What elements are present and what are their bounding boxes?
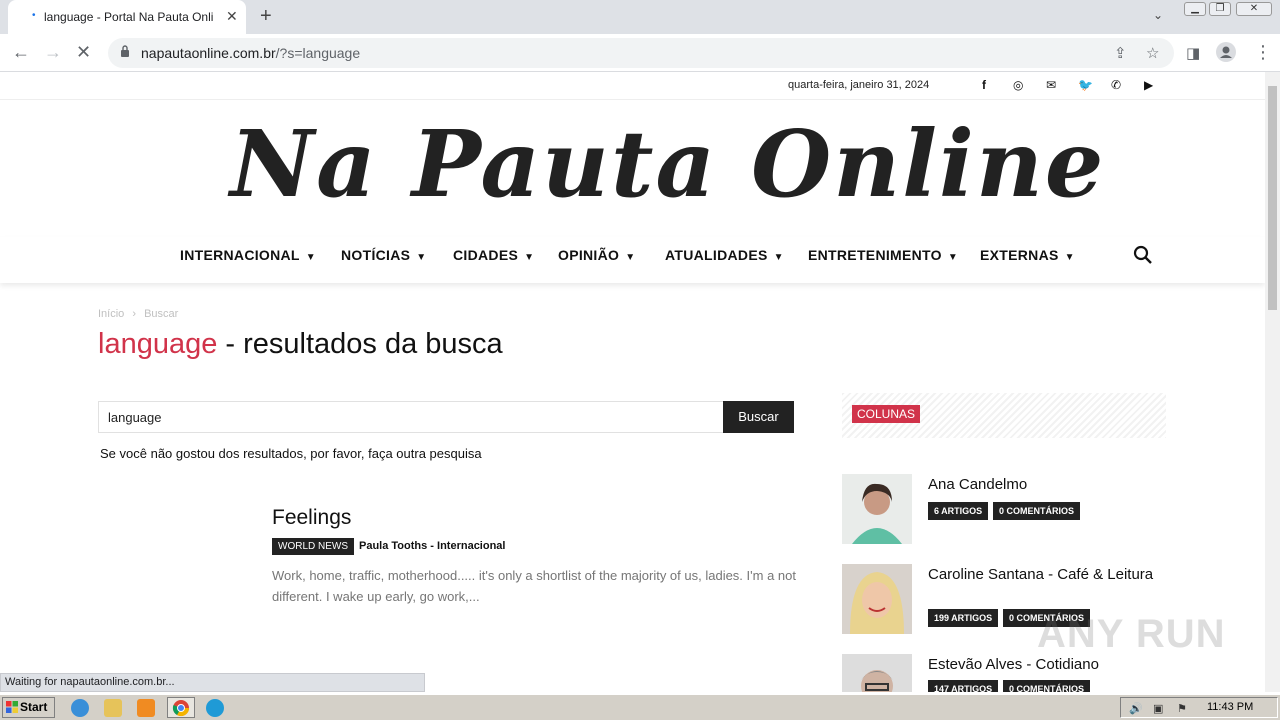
restore-button[interactable]: ❐ (1209, 2, 1231, 16)
search-hint: Se você não gostou dos resultados, por f… (100, 446, 482, 461)
nav-atualidades[interactable]: ATUALIDADES ▼ (665, 247, 784, 263)
edge-icon[interactable] (206, 699, 224, 717)
scrollbar-thumb[interactable] (1268, 86, 1277, 310)
author-name[interactable]: Caroline Santana - Café & Leitura (928, 566, 1158, 584)
web-page: quarta-feira, janeiro 31, 2024 f ◎ ✉ 🐦 ✆… (0, 72, 1265, 692)
top-bar: quarta-feira, janeiro 31, 2024 f ◎ ✉ 🐦 ✆… (0, 72, 1265, 100)
youtube-icon[interactable]: ▶ (1144, 78, 1153, 92)
breadcrumb-separator: › (132, 308, 137, 320)
post-author-link[interactable]: Paula Tooths - Internacional (359, 540, 505, 552)
browser-toolbar: ← → ✕ napautaonline.com.br/?s=language ⇪… (0, 34, 1280, 72)
chevron-down-icon: ▼ (305, 252, 316, 263)
search-term: language (98, 328, 218, 360)
nav-opiniao[interactable]: OPINIÃO ▼ (558, 247, 635, 263)
minimize-button[interactable]: ▁ (1184, 2, 1206, 16)
volume-icon[interactable]: 🔊 (1129, 702, 1143, 715)
start-label: Start (20, 700, 48, 714)
lock-icon (121, 45, 129, 57)
chevron-down-icon: ▼ (773, 252, 784, 263)
whatsapp-icon[interactable]: ✆ (1111, 78, 1121, 92)
facebook-icon[interactable]: f (982, 78, 986, 92)
avatar[interactable] (842, 654, 912, 692)
breadcrumb: Início › Buscar (98, 308, 178, 320)
author-name[interactable]: Estevão Alves - Cotidiano (928, 656, 1158, 674)
author-item[interactable]: Estevão Alves - Cotidiano 147 ARTIGOS 0 … (842, 654, 1172, 692)
ie-icon[interactable] (71, 699, 89, 717)
forward-icon[interactable]: → (44, 42, 62, 63)
nav-entretenimento[interactable]: ENTRETENIMENTO ▼ (808, 247, 958, 263)
back-icon[interactable]: ← (12, 42, 30, 63)
avatar[interactable] (842, 474, 912, 544)
articles-count-badge: 147 ARTIGOS (928, 680, 999, 692)
breadcrumb-home-link[interactable]: Início (98, 308, 124, 320)
browser-tab-bar: • language - Portal Na Pauta Online | S … (0, 0, 1280, 34)
twitter-icon[interactable]: 🐦 (1078, 78, 1093, 92)
search-icon[interactable] (1133, 245, 1153, 265)
search-field-wrapper (98, 401, 724, 433)
tab-search-chevron-icon[interactable]: ⌄ (1153, 8, 1163, 22)
network-icon[interactable]: ▣ (1153, 702, 1163, 715)
post-excerpt: Work, home, traffic, motherhood..... it'… (272, 568, 796, 604)
clock[interactable]: 11:43 PM (1207, 701, 1253, 713)
page-title: language - resultados da busca (98, 328, 503, 361)
instagram-icon[interactable]: ◎ (1013, 78, 1023, 92)
site-logo[interactable]: Na Pauta Online (230, 110, 1103, 220)
author-name[interactable]: Ana Candelmo (928, 476, 1158, 494)
current-date: quarta-feira, janeiro 31, 2024 (788, 79, 930, 91)
taskbar: Start 🔊 ▣ ⚑ 11:43 PM (0, 694, 1280, 720)
share-icon[interactable]: ⇪ (1114, 44, 1127, 62)
flag-icon[interactable]: ⚑ (1177, 702, 1187, 715)
nav-noticias[interactable]: NOTÍCIAS ▼ (341, 247, 427, 263)
folder-icon[interactable] (104, 699, 122, 717)
mail-icon[interactable]: ✉ (1046, 78, 1056, 92)
address-bar[interactable]: napautaonline.com.br/?s=language ⇪ ☆ (108, 38, 1174, 68)
search-button[interactable]: Buscar (723, 401, 794, 433)
windows-logo-icon (6, 701, 18, 713)
nav-cidades[interactable]: CIDADES ▼ (453, 247, 534, 263)
nav-internacional[interactable]: INTERNACIONAL ▼ (180, 247, 316, 263)
title-suffix: - resultados da busca (217, 328, 503, 360)
loading-favicon-icon: • (32, 10, 36, 21)
close-window-button[interactable]: ✕ (1236, 2, 1272, 16)
close-tab-icon[interactable]: ✕ (226, 8, 238, 25)
stop-loading-icon[interactable]: ✕ (76, 42, 91, 63)
main-navigation: INTERNACIONAL ▼ NOTÍCIAS ▼ CIDADES ▼ OPINIÃ… (0, 237, 1265, 283)
chrome-icon (172, 700, 190, 717)
profile-avatar-icon[interactable] (1216, 42, 1236, 67)
page-scrollbar[interactable] (1265, 72, 1280, 692)
chevron-down-icon: ▼ (947, 252, 959, 263)
articles-count-badge: 199 ARTIGOS (928, 609, 999, 627)
chevron-down-icon: ▼ (1064, 252, 1075, 263)
category-badge[interactable]: WORLD NEWS (272, 538, 354, 555)
sidebar-heading-block: COLUNAS (842, 393, 1166, 438)
search-input[interactable] (99, 402, 723, 432)
comments-count-badge: 0 COMENTÁRIOS (993, 502, 1081, 520)
media-player-icon[interactable] (137, 699, 155, 717)
avatar[interactable] (842, 564, 912, 634)
new-tab-icon[interactable]: + (260, 5, 272, 28)
articles-count-badge: 6 ARTIGOS (928, 502, 989, 520)
chevron-down-icon: ▼ (524, 252, 535, 263)
nav-externas[interactable]: EXTERNAS ▼ (980, 247, 1075, 263)
start-button[interactable]: Start (2, 697, 55, 718)
menu-kebab-icon[interactable]: ⋮ (1254, 42, 1272, 63)
breadcrumb-current: Buscar (144, 308, 179, 320)
chevron-down-icon: ▼ (416, 252, 427, 263)
status-bubble: Waiting for napautaonline.com.br... (0, 673, 425, 692)
post-title-link[interactable]: Feelings (272, 506, 351, 530)
url-text: napautaonline.com.br/?s=language (141, 45, 361, 61)
tab-title: language - Portal Na Pauta Online | S (44, 10, 214, 24)
sidebar-heading: COLUNAS (852, 405, 921, 423)
bookmark-star-icon[interactable]: ☆ (1146, 44, 1159, 62)
browser-tab[interactable]: • language - Portal Na Pauta Online | S … (8, 0, 246, 34)
side-panel-icon[interactable]: ◨ (1186, 44, 1200, 62)
chevron-down-icon: ▼ (625, 252, 636, 263)
comments-count-badge: 0 COMENTÁRIOS (1003, 680, 1091, 692)
author-item[interactable]: Ana Candelmo 6 ARTIGOS 0 COMENTÁRIOS (842, 474, 1172, 544)
chrome-taskbar-button[interactable] (167, 697, 195, 718)
system-tray: 🔊 ▣ ⚑ 11:43 PM (1120, 697, 1278, 718)
anyrun-watermark: ANY RUN (1037, 612, 1226, 656)
